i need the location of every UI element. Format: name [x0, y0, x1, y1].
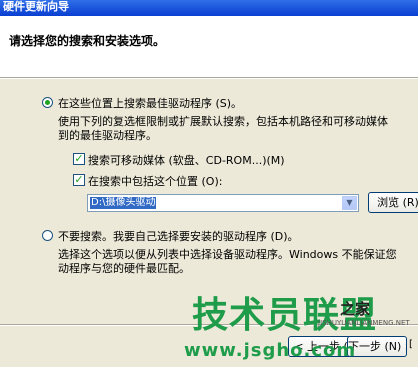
header-divider-highlight: [0, 78, 418, 79]
search-option-radio[interactable]: [42, 97, 53, 108]
watermark-url: www.jsgho.com: [184, 340, 357, 361]
window-title: 硬件更新向导: [3, 0, 69, 13]
page-title: 请选择您的搜索和安装选项。: [9, 34, 166, 48]
search-option-label[interactable]: 在这些位置上搜索最佳驱动程序 (S)。: [58, 95, 242, 111]
search-option-desc-2: 到的最佳驱动程序。: [58, 129, 157, 142]
manual-option-radio[interactable]: [42, 230, 53, 241]
window-titlebar: 硬件更新向导: [0, 0, 418, 16]
manual-option-label[interactable]: 不要搜索。我要自己选择要安装的驱动程序 (D)。: [58, 228, 299, 244]
manual-option-desc-2: 动程序与您的硬件最匹配。: [58, 262, 190, 275]
location-value[interactable]: D:\摄像头驱动: [90, 197, 157, 209]
browse-button-label: 浏览 (R): [377, 196, 418, 209]
removable-media-checkbox[interactable]: ✓: [73, 153, 85, 165]
include-location-label[interactable]: 在搜索中包括这个位置 (O):: [88, 173, 222, 189]
watermark-subtext: JISHUYUANLIANMENG.NET: [318, 319, 410, 327]
next-button-label: 下一步 (N) >: [348, 340, 406, 353]
include-location-checkbox[interactable]: ✓: [73, 174, 85, 186]
wizard-header: 请选择您的搜索和安装选项。: [0, 16, 418, 77]
watermark-side-text: 之家: [340, 300, 371, 318]
chevron-down-icon[interactable]: ▼: [342, 196, 357, 210]
cancel-button-edge[interactable]: [: [409, 339, 413, 350]
removable-media-label[interactable]: 搜索可移动媒体 (软盘、CD-ROM...)(M): [88, 152, 285, 168]
browse-button[interactable]: 浏览 (R): [368, 192, 418, 213]
location-combobox[interactable]: D:\摄像头驱动 ▼: [87, 194, 359, 212]
